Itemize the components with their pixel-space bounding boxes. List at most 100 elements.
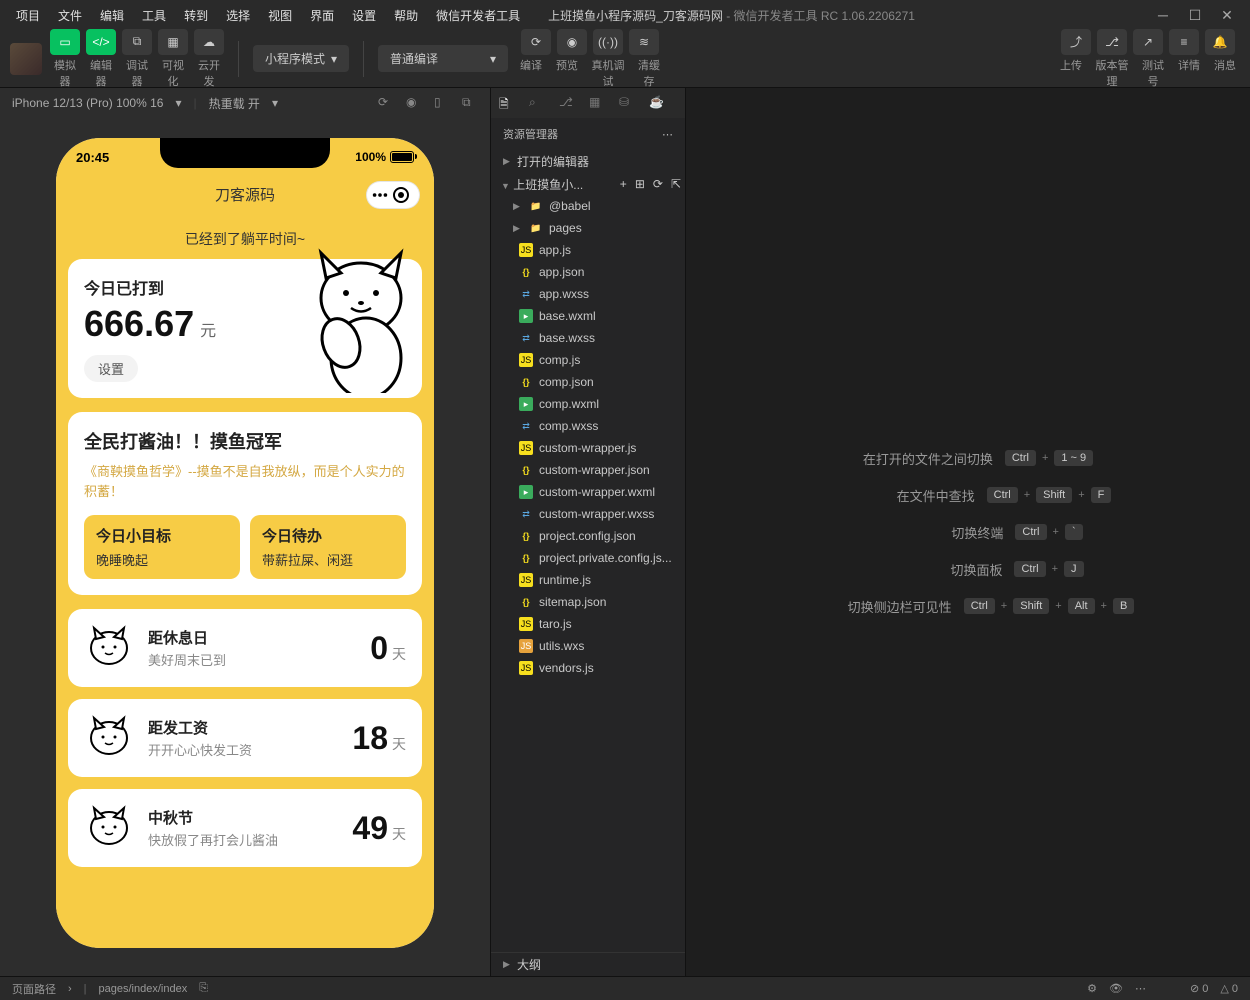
search-icon[interactable]: ⌕	[529, 95, 545, 111]
menu-item[interactable]: 视图	[260, 3, 300, 28]
info-title: 中秋节	[148, 807, 338, 828]
device-selector[interactable]: iPhone 12/13 (Pro) 100% 16	[12, 96, 163, 110]
file-item[interactable]: {}comp.json	[491, 371, 685, 393]
more-icon[interactable]: ⋯	[1135, 982, 1146, 995]
error-count[interactable]: ⊘ 0	[1190, 982, 1208, 995]
cloud-toggle[interactable]: ☁	[194, 29, 224, 55]
details-button[interactable]: ≡	[1169, 29, 1199, 55]
menu-item[interactable]: 工具	[134, 3, 174, 28]
refresh-icon[interactable]: ⟳	[378, 95, 394, 111]
checkin-card[interactable]: 今日已打到 666.67 元 设置	[68, 259, 422, 398]
menu-item[interactable]: 选择	[218, 3, 258, 28]
info-number: 0天	[370, 630, 406, 667]
file-item[interactable]: ▸custom-wrapper.wxml	[491, 481, 685, 503]
file-item[interactable]: JSvendors.js	[491, 657, 685, 679]
file-item[interactable]: ▸base.wxml	[491, 305, 685, 327]
file-item[interactable]: JSapp.js	[491, 239, 685, 261]
eye-icon[interactable]: 👁	[1109, 982, 1123, 995]
file-item[interactable]: {}app.json	[491, 261, 685, 283]
main-menu: 项目文件编辑工具转到选择视图界面设置帮助微信开发者工具	[8, 3, 528, 28]
settings-chip[interactable]: 设置	[84, 355, 138, 382]
outline-section[interactable]: ▶大纲	[491, 952, 685, 976]
menu-item[interactable]: 设置	[344, 3, 384, 28]
file-item[interactable]: {}sitemap.json	[491, 591, 685, 613]
user-avatar[interactable]	[10, 43, 42, 75]
info-card[interactable]: 距发工资开开心心快发工资18天	[68, 699, 422, 777]
gear-icon[interactable]: ⚙	[1087, 982, 1097, 995]
capsule-button[interactable]	[366, 181, 420, 209]
new-folder-icon[interactable]: ⊞	[635, 177, 645, 191]
menu-item[interactable]: 帮助	[386, 3, 426, 28]
device-icon[interactable]: ▯	[434, 95, 450, 111]
mode-dropdown[interactable]: 小程序模式 ▾	[253, 45, 349, 72]
warning-count[interactable]: △ 0	[1220, 982, 1238, 995]
folder-name: pages	[549, 221, 582, 235]
project-root[interactable]: ▼ 上班摸鱼小... + ⊞ ⟳ ⇱	[491, 173, 685, 195]
goal-box[interactable]: 今日小目标晚睡晚起	[84, 515, 240, 579]
file-item[interactable]: {}custom-wrapper.json	[491, 459, 685, 481]
file-item[interactable]: ⇄app.wxss	[491, 283, 685, 305]
upload-button[interactable]: ⤴	[1061, 29, 1091, 55]
file-item[interactable]: {}project.config.json	[491, 525, 685, 547]
debugger-toggle[interactable]: ⧉	[122, 29, 152, 55]
version-button[interactable]: ⎇	[1097, 29, 1127, 55]
new-file-icon[interactable]: +	[620, 177, 627, 191]
file-item[interactable]: JSutils.wxs	[491, 635, 685, 657]
record-icon[interactable]: ◉	[406, 95, 422, 111]
goal-desc: 晚睡晚起	[96, 550, 228, 569]
preview-button[interactable]: ◉	[557, 29, 587, 55]
terminal-icon[interactable]: ☕	[649, 95, 665, 111]
editor-toggle[interactable]: </>	[86, 29, 116, 55]
visual-toggle[interactable]: ▦	[158, 29, 188, 55]
menu-item[interactable]: 文件	[50, 3, 90, 28]
menu-item[interactable]: 界面	[302, 3, 342, 28]
maximize-button[interactable]: ☐	[1188, 8, 1202, 22]
close-button[interactable]: ✕	[1220, 8, 1234, 22]
folder-item[interactable]: ▶📁pages	[491, 217, 685, 239]
phone-screen[interactable]: 20:45 100% 刀客源码 已经到了躺平时间~	[56, 138, 434, 948]
realdevice-button[interactable]: ((·))	[593, 29, 623, 55]
hotreload-toggle[interactable]: 热重载 开	[209, 95, 260, 112]
collapse-icon[interactable]: ⇱	[671, 177, 681, 191]
files-icon[interactable]: 🗎	[499, 95, 515, 111]
git-icon[interactable]: ⎇	[559, 95, 575, 111]
more-icon[interactable]: ⋯	[662, 128, 673, 141]
menu-item[interactable]: 微信开发者工具	[428, 3, 528, 28]
compile-button[interactable]: ⟳	[521, 29, 551, 55]
notify-button[interactable]: 🔔	[1205, 29, 1235, 55]
simulator-toggle[interactable]: ▭	[50, 29, 80, 55]
open-editors-label: 打开的编辑器	[517, 153, 589, 170]
clearcache-button[interactable]: ≋	[629, 29, 659, 55]
file-item[interactable]: ⇄comp.wxss	[491, 415, 685, 437]
file-item[interactable]: ⇄base.wxss	[491, 327, 685, 349]
copy-icon[interactable]: ⎘	[199, 982, 208, 995]
menu-item[interactable]: 转到	[176, 3, 216, 28]
database-icon[interactable]: ⛁	[619, 95, 635, 111]
popout-icon[interactable]: ⧉	[462, 95, 478, 111]
page-path[interactable]: pages/index/index	[99, 983, 188, 995]
testid-button[interactable]: ↗	[1133, 29, 1163, 55]
extensions-icon[interactable]: ▦	[589, 95, 605, 111]
open-editors-section[interactable]: ▶打开的编辑器	[491, 150, 685, 173]
activity-bar: 🗎 ⌕ ⎇ ▦ ⛁ ☕	[491, 88, 685, 118]
file-item[interactable]: {}project.private.config.js...	[491, 547, 685, 569]
file-item[interactable]: ▸comp.wxml	[491, 393, 685, 415]
minimize-button[interactable]: ─	[1156, 8, 1170, 22]
file-item[interactable]: ⇄custom-wrapper.wxss	[491, 503, 685, 525]
menu-item[interactable]: 项目	[8, 3, 48, 28]
compile-label: 编译	[516, 57, 546, 89]
cards-container: 今日已打到 666.67 元 设置	[56, 259, 434, 867]
file-item[interactable]: JStaro.js	[491, 613, 685, 635]
folder-item[interactable]: ▶📁@babel	[491, 195, 685, 217]
goal-box[interactable]: 今日待办带薪拉屎、闲逛	[250, 515, 406, 579]
info-card[interactable]: 距休息日美好周末已到0天	[68, 609, 422, 687]
info-desc: 快放假了再打会儿酱油	[148, 830, 338, 849]
refresh-icon[interactable]: ⟳	[653, 177, 663, 191]
file-item[interactable]: JSruntime.js	[491, 569, 685, 591]
menu-item[interactable]: 编辑	[92, 3, 132, 28]
file-item[interactable]: JScustom-wrapper.js	[491, 437, 685, 459]
info-card[interactable]: 中秋节快放假了再打会儿酱油49天	[68, 789, 422, 867]
compile-dropdown[interactable]: 普通编译 ▾	[378, 45, 508, 72]
file-item[interactable]: JScomp.js	[491, 349, 685, 371]
champion-card[interactable]: 全民打酱油！！摸鱼冠军 《商鞅摸鱼哲学》--摸鱼不是自我放纵，而是个人实力的积蓄…	[68, 412, 422, 595]
